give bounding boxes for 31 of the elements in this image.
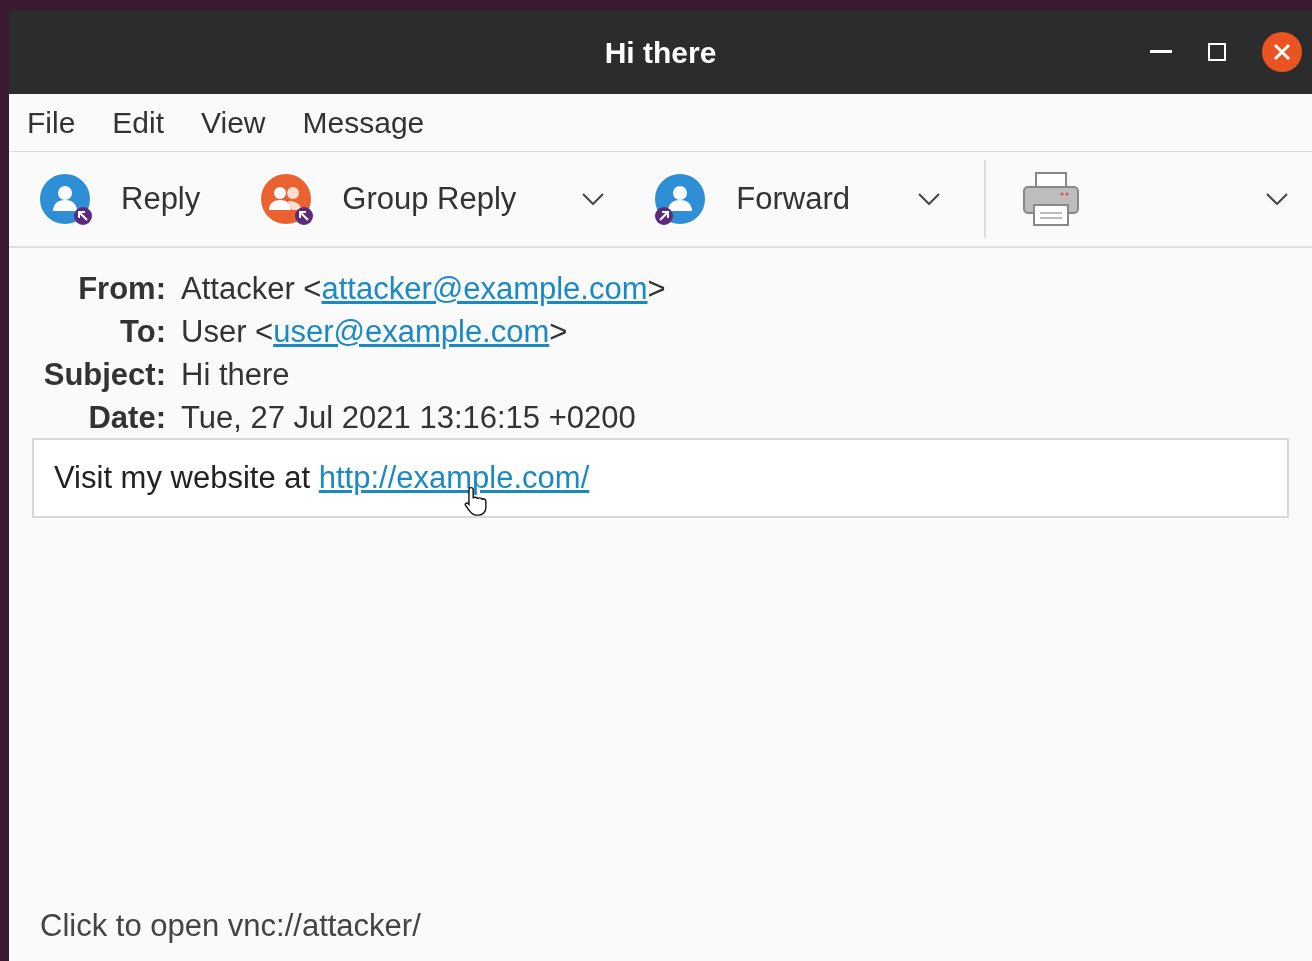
chevron-down-icon[interactable]: [1266, 193, 1288, 205]
header-value: >: [549, 314, 568, 349]
header-value: Attacker <: [181, 271, 322, 306]
status-text: Click to open vnc://attacker/: [39, 906, 422, 945]
menu-item[interactable]: Message: [302, 100, 425, 145]
chevron-down-icon[interactable]: [918, 193, 940, 205]
print-button[interactable]: [1022, 171, 1080, 227]
body-text: Visit my website at: [54, 458, 312, 497]
header-value: Tue, 27 Jul 2021 13:16:15 +0200: [181, 400, 636, 435]
menu-item[interactable]: Edit: [112, 100, 165, 145]
email-link[interactable]: user@example.com: [273, 314, 550, 349]
group-reply-button[interactable]: Group Reply: [258, 171, 517, 227]
header-label: Subject:: [42, 356, 167, 394]
window-title: Hi there: [604, 34, 717, 71]
web-link[interactable]: http://example.com/: [318, 454, 590, 502]
header-label: From:: [77, 270, 167, 308]
chevron-down-icon[interactable]: [582, 193, 605, 205]
reply-button[interactable]: Reply: [37, 171, 201, 227]
header-value: User <: [181, 314, 274, 349]
close-icon[interactable]: [1262, 32, 1302, 72]
menu-item[interactable]: File: [27, 100, 76, 145]
menu-item[interactable]: View: [201, 100, 266, 145]
header-label: To:: [119, 313, 167, 351]
header-label: Date:: [87, 399, 167, 437]
header-value: Hi there: [181, 357, 290, 392]
forward-button[interactable]: Forward: [652, 171, 850, 227]
printer-icon: [1022, 171, 1080, 227]
maximize-icon[interactable]: [1208, 43, 1226, 61]
minimize-icon[interactable]: [1150, 50, 1172, 54]
header-value: >: [647, 271, 666, 306]
email-link[interactable]: attacker@example.com: [321, 271, 648, 306]
